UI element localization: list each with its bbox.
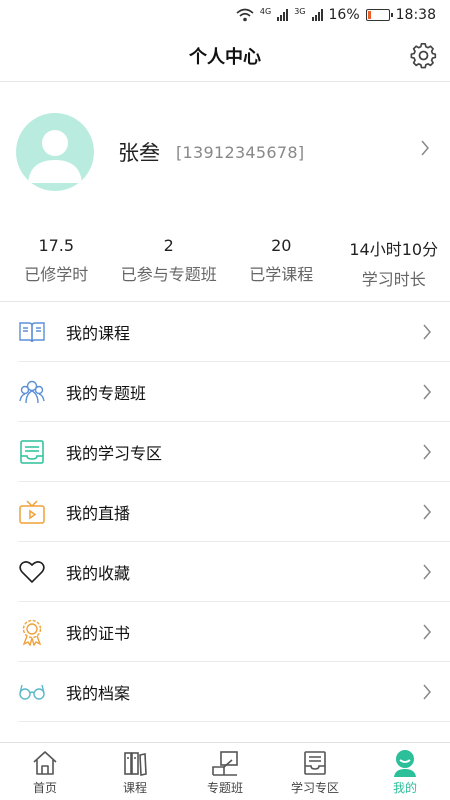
menu-item-label: 我的直播: [66, 503, 131, 523]
stat-label: 已参与专题班: [120, 265, 217, 284]
home-icon: [33, 750, 57, 775]
stat-value: 14小时10分: [349, 240, 439, 259]
signal-icon: [277, 9, 289, 21]
network-type-2: 3G: [294, 7, 306, 16]
menu-item-my-study-zone[interactable]: 我的学习专区: [18, 422, 450, 482]
menu-item-my-favorites[interactable]: 我的收藏: [18, 542, 450, 602]
glasses-icon: [19, 684, 45, 700]
page-title: 个人中心: [189, 46, 261, 68]
bottom-tab-bar: 首页 课程 专题班 学习专区 我的: [0, 742, 450, 800]
menu-list: 我的课程 我的专题班 我的学习专区 我的直播 我的收藏 我的证书 我的档案: [0, 302, 450, 722]
stat-value: 17.5: [38, 236, 75, 255]
tv-icon: [19, 499, 45, 524]
tab-label: 课程: [122, 780, 147, 795]
book-icon: [19, 321, 45, 342]
stat-label: 已修学时: [24, 265, 89, 284]
chevron-right-icon: [423, 504, 431, 519]
tab-label: 专题班: [206, 780, 243, 795]
user-icon: [394, 749, 416, 777]
app-header: 个人中心: [0, 30, 450, 82]
inbox-icon: [304, 750, 326, 775]
tray-icon: [20, 439, 44, 464]
stat-classes: 2 已参与专题班: [113, 222, 226, 301]
user-name: 张叁: [118, 141, 160, 165]
person-icon: [28, 130, 82, 183]
heart-icon: [19, 560, 45, 583]
chevron-right-icon: [423, 564, 431, 579]
badge-icon: [22, 619, 42, 646]
lectern-icon: [212, 750, 238, 776]
avatar[interactable]: [16, 113, 94, 191]
tab-courses[interactable]: 课程: [90, 743, 180, 800]
clock: 18:38: [395, 7, 436, 23]
chevron-right-icon[interactable]: [420, 140, 430, 156]
stat-value: 2: [163, 236, 174, 255]
menu-item-label: 我的课程: [66, 323, 131, 343]
battery-icon: [365, 9, 393, 21]
status-bar: 4G 3G 16% 18:38: [0, 0, 450, 30]
stat-label: 学习时长: [361, 270, 426, 289]
battery-level: [367, 11, 372, 19]
tab-label: 首页: [32, 780, 57, 795]
menu-item-my-archive[interactable]: 我的档案: [18, 662, 450, 722]
tab-mine[interactable]: 我的: [360, 743, 450, 800]
menu-item-label: 我的档案: [66, 683, 131, 703]
menu-item-label: 我的学习专区: [66, 443, 163, 463]
profile-card[interactable]: 张叁 [13912345678]: [0, 82, 450, 222]
battery-percent: 16%: [328, 7, 360, 23]
stat-duration: 14小时10分 学习时长: [338, 222, 450, 301]
chevron-right-icon: [423, 324, 431, 339]
books-icon: [124, 751, 147, 776]
stat-study-hours: 17.5 已修学时: [0, 222, 113, 301]
menu-item-my-courses[interactable]: 我的课程: [18, 302, 450, 362]
menu-item-my-live[interactable]: 我的直播: [18, 482, 450, 542]
tab-label: 我的: [392, 780, 417, 795]
stat-courses: 20 已学课程: [225, 222, 338, 301]
menu-item-label: 我的证书: [66, 623, 131, 643]
chevron-right-icon: [423, 624, 431, 639]
chevron-right-icon: [423, 684, 431, 699]
tab-label: 学习专区: [290, 780, 339, 795]
chevron-right-icon: [423, 444, 431, 459]
menu-item-my-classes[interactable]: 我的专题班: [18, 362, 450, 422]
network-type-1: 4G: [259, 7, 272, 16]
chevron-right-icon: [423, 384, 431, 399]
gear-icon[interactable]: [410, 42, 438, 70]
menu-item-label: 我的收藏: [66, 563, 131, 583]
group-icon: [19, 380, 45, 403]
stat-label: 已学课程: [249, 265, 314, 284]
tab-home[interactable]: 首页: [0, 743, 90, 800]
tab-study-zone[interactable]: 学习专区: [270, 743, 360, 800]
menu-item-label: 我的专题班: [66, 383, 147, 403]
tab-special-class[interactable]: 专题班: [180, 743, 270, 800]
signal-icon: [311, 9, 323, 21]
stats-row: 17.5 已修学时 2 已参与专题班 20 已学课程 14小时10分 学习时长: [0, 222, 450, 302]
wifi-icon: [236, 8, 254, 22]
menu-item-my-certificates[interactable]: 我的证书: [18, 602, 450, 662]
user-phone: [13912345678]: [176, 142, 305, 162]
stat-value: 20: [271, 236, 292, 255]
